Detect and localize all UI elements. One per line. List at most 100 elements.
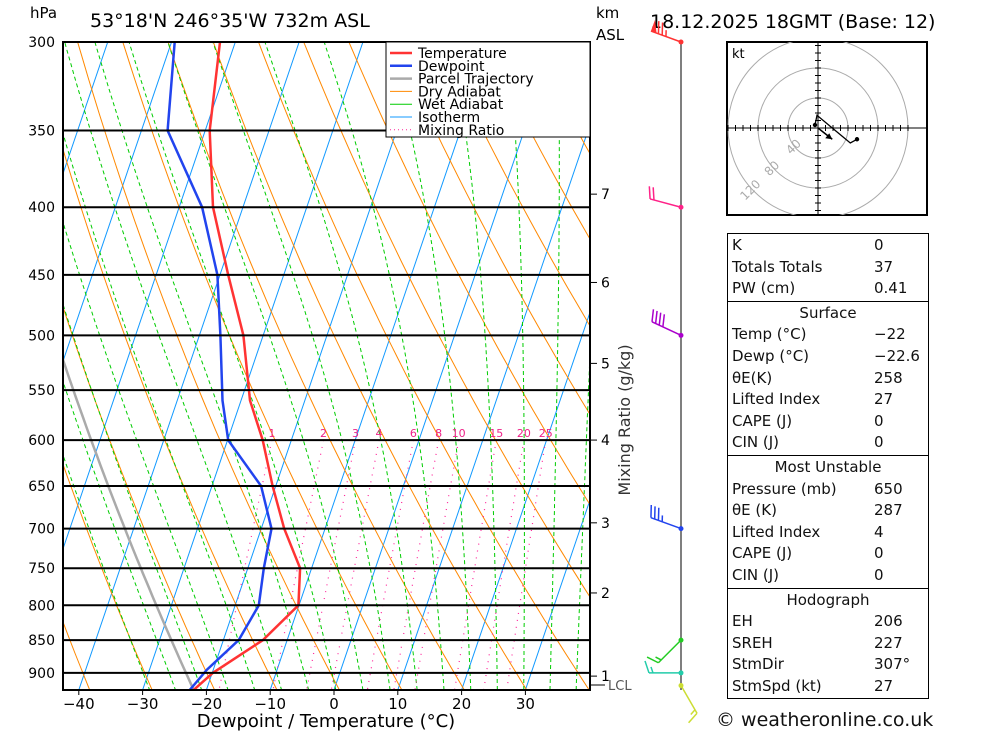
mixing-ratio-label: 20 xyxy=(517,427,531,440)
barb-full xyxy=(644,660,650,674)
index-label: Pressure (mb) xyxy=(732,479,837,498)
index-row: CIN (J) 0 xyxy=(728,565,928,587)
barb-full xyxy=(648,186,651,199)
pressure-tick-label: 850 xyxy=(28,633,55,649)
index-row: PW (cm) 0.41 xyxy=(728,278,928,300)
legend-item: Mixing Ratio xyxy=(418,123,504,139)
index-label: CAPE (J) xyxy=(732,544,793,563)
index-value: 27 xyxy=(874,676,894,695)
index-value: 0 xyxy=(874,236,884,254)
hodograph-point xyxy=(812,122,818,128)
barb-staff xyxy=(649,198,682,208)
mixing-ratio-label: 25 xyxy=(539,427,553,440)
index-label: CIN (J) xyxy=(732,433,780,452)
mixing-ratio-label: 4 xyxy=(376,427,383,440)
barb-staff xyxy=(651,321,682,337)
index-row: θE (K) 287 xyxy=(728,500,928,522)
indices-table: K 0 Totals Totals 37 PW (cm) 0.41 Surface Temp … xyxy=(727,233,929,700)
barb-point xyxy=(678,526,684,532)
barb-point xyxy=(678,637,684,643)
asl-label: ASL xyxy=(596,26,625,44)
plot-frame xyxy=(62,41,591,691)
pressure-tick-label: 700 xyxy=(28,522,55,538)
indices-hodograph: Hodograph EH 206 SREH 227 StmDir 307° StmSpd (k… xyxy=(728,587,928,699)
km-tick-label: 6 xyxy=(601,275,610,291)
mixing-ratio-axis-label: Mixing Ratio (g/kg) xyxy=(615,344,634,495)
mixing-ratio-label: 10 xyxy=(452,427,466,440)
mixing-ratio-label: 8 xyxy=(435,427,442,440)
index-value: 287 xyxy=(874,501,903,520)
barb-point xyxy=(678,332,684,338)
indices-surface: Surface Temp (°C) −22 Dewp (°C) −22.6 θE(K) 25… xyxy=(728,300,928,455)
index-label: θE(K) xyxy=(732,368,773,387)
hodograph-point xyxy=(854,137,860,142)
index-row: K0 xyxy=(728,235,928,257)
isotherm-line xyxy=(63,42,173,363)
wind-barb xyxy=(646,637,684,664)
index-value: 27 xyxy=(874,390,894,409)
index-row: EH 206 xyxy=(728,611,928,633)
wind-barb xyxy=(651,309,684,338)
lcl-label: LCL xyxy=(608,679,632,694)
barb-half xyxy=(655,656,662,661)
section-title: Most Unstable xyxy=(774,457,882,476)
x-tick-label: −30 xyxy=(127,695,159,713)
index-row: θE(K) 258 xyxy=(728,368,928,390)
section-title: Surface xyxy=(799,303,857,322)
index-value: 0 xyxy=(874,565,884,584)
mixing-ratio-label: 2 xyxy=(320,427,327,440)
index-label: Totals Totals xyxy=(732,257,823,276)
pressure-tick-label: 500 xyxy=(28,328,55,344)
pressure-tick-label: 800 xyxy=(28,598,55,614)
barb-point xyxy=(678,670,684,676)
km-tick-label: 2 xyxy=(601,586,610,602)
section-title: Hodograph xyxy=(786,590,870,609)
hodograph-unit-label: kt xyxy=(732,47,745,62)
legend: TemperatureDewpointParcel TrajectoryDry … xyxy=(385,41,591,139)
pressure-tick-label: 300 xyxy=(28,35,55,51)
index-label: Temp (°C) xyxy=(732,325,807,344)
index-row: CAPE (J) 0 xyxy=(728,543,928,565)
barb-point xyxy=(678,683,684,689)
dry-adiabat-line xyxy=(63,620,91,690)
index-value: 37 xyxy=(874,257,894,276)
index-label: SREH xyxy=(732,633,773,652)
index-value: 258 xyxy=(874,368,903,387)
index-row: CAPE (J) 0 xyxy=(728,411,928,433)
pressure-tick-label: 650 xyxy=(28,479,55,495)
index-label: PW (cm) xyxy=(732,279,796,298)
indices-general: K 0 Totals Totals 37 PW (cm) 0.41 xyxy=(728,234,928,301)
index-label: Dewp (°C) xyxy=(732,346,810,365)
isotherm-line xyxy=(63,42,109,176)
pressure-tick-label: 600 xyxy=(28,433,55,449)
dry-adiabat-line xyxy=(0,2,30,698)
index-value: 227 xyxy=(874,633,903,652)
barb-staff xyxy=(650,516,682,530)
wind-barb xyxy=(648,186,684,210)
wind-barb xyxy=(644,660,684,676)
index-row: Pressure (mb) 650 xyxy=(728,479,928,501)
index-row: Temp (°C) −22 xyxy=(728,324,928,346)
dewpoint-line xyxy=(166,42,273,690)
dry-adiabat-line xyxy=(63,305,216,690)
wet-adiabat-line xyxy=(128,42,337,690)
barb-full xyxy=(654,310,658,324)
index-label: Lifted Index xyxy=(732,522,821,541)
mixing-ratio-label: 1 xyxy=(268,427,275,440)
index-value: 307° xyxy=(874,655,911,674)
index-label: θE (K) xyxy=(732,501,777,520)
index-value: 0.41 xyxy=(874,279,908,298)
barb-staff xyxy=(680,685,698,714)
wet-adiabat-line xyxy=(63,131,256,690)
barb-half xyxy=(690,709,696,716)
index-label: CIN (J) xyxy=(732,565,780,584)
km-tick-label: 3 xyxy=(601,516,610,532)
pressure-tick-label: 550 xyxy=(28,383,55,399)
barb-full xyxy=(652,187,655,201)
wet-adiabat-line xyxy=(94,42,310,690)
index-label: StmDir xyxy=(732,655,784,674)
isotherm-line xyxy=(0,2,57,698)
index-row: Totals Totals 37 xyxy=(728,257,928,279)
index-label: StmSpd (kt) xyxy=(732,676,822,695)
pressure-tick-label: 350 xyxy=(28,124,55,140)
